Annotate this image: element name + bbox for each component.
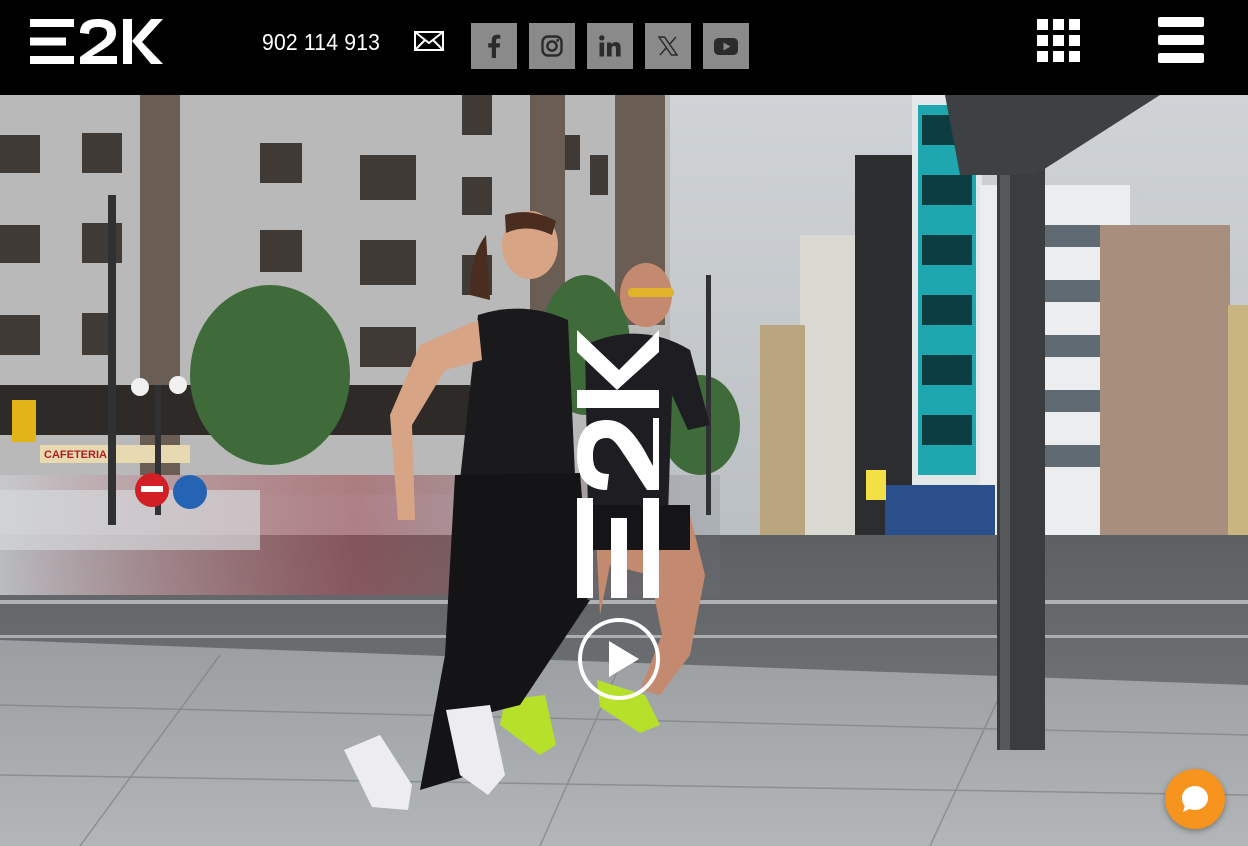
linkedin-icon[interactable] xyxy=(587,23,633,69)
site-header: 902 114 913 xyxy=(0,0,1248,95)
mail-icon[interactable] xyxy=(414,31,444,51)
hamburger-menu-icon[interactable] xyxy=(1158,17,1204,63)
facebook-icon[interactable] xyxy=(471,23,517,69)
page: 902 114 913 CAFETERIA xyxy=(0,0,1248,846)
x-twitter-icon[interactable] xyxy=(645,23,691,69)
instagram-icon[interactable] xyxy=(529,23,575,69)
site-logo[interactable] xyxy=(30,19,163,64)
e2k-logo-mark xyxy=(30,19,163,64)
storefront-sign: CAFETERIA xyxy=(44,449,107,461)
hero-scene: CAFETERIA xyxy=(0,95,1248,846)
youtube-icon[interactable] xyxy=(703,23,749,69)
grid-icon[interactable] xyxy=(1037,19,1081,63)
hero-video[interactable]: CAFETERIA xyxy=(0,95,1248,846)
play-icon[interactable] xyxy=(577,617,661,701)
phone-number-link[interactable]: 902 114 913 xyxy=(262,28,380,56)
chat-icon[interactable] xyxy=(1165,769,1225,829)
